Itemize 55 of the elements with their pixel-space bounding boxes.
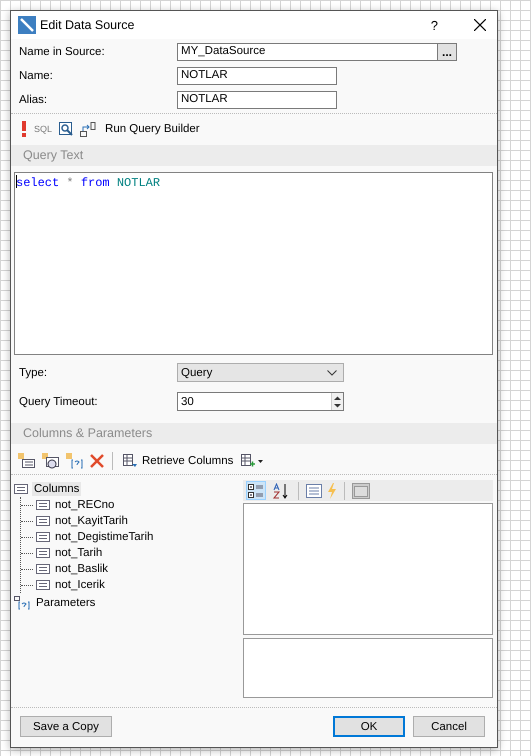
properties-icon[interactable]: [306, 484, 322, 498]
pen-icon: [18, 16, 36, 34]
browse-button[interactable]: ...: [437, 43, 457, 61]
spin-field[interactable]: 30: [177, 392, 344, 411]
input-field[interactable]: NOTLAR: [177, 91, 337, 109]
sql-button[interactable]: SQL: [34, 124, 52, 134]
tree-item[interactable]: not_RECno: [53, 498, 116, 512]
list-icon: [36, 580, 50, 590]
spin-up-icon[interactable]: [332, 394, 343, 402]
list-icon: [36, 548, 50, 558]
dialog-button[interactable]: OK: [333, 716, 405, 737]
tree-item[interactable]: Columns: [32, 482, 82, 496]
field-label: Query Timeout:: [19, 396, 99, 408]
retrieve-columns-button[interactable]: Retrieve Columns: [121, 454, 236, 468]
field-label: Type:: [19, 366, 48, 378]
add-calculated-column-icon[interactable]: [42, 453, 60, 469]
list-icon: [36, 516, 50, 526]
dialog-button[interactable]: Cancel: [413, 716, 485, 737]
code-editor[interactable]: select * from NOTLAR: [14, 172, 493, 355]
field-label: Name:: [19, 70, 54, 82]
parameter-icon: [14, 596, 30, 610]
table-icon: [123, 454, 137, 468]
spin-down-icon[interactable]: [332, 402, 343, 408]
exclamation-icon[interactable]: [21, 121, 27, 137]
list-icon: [36, 564, 50, 574]
field-label: Alias:: [19, 94, 48, 106]
tree-item[interactable]: not_Baslik: [53, 562, 110, 576]
add-parameter-icon[interactable]: [66, 453, 84, 469]
add-column-icon[interactable]: [18, 453, 36, 469]
magnifier-icon[interactable]: [59, 122, 74, 136]
list-icon: [14, 484, 28, 494]
section-header: Query Text: [11, 145, 497, 166]
tree-item[interactable]: not_Tarih: [53, 546, 104, 560]
delete-icon[interactable]: [90, 454, 104, 468]
builder-icon[interactable]: [80, 122, 96, 136]
input-field[interactable]: MY_DataSource: [177, 43, 437, 61]
tree-item[interactable]: not_DegistimeTarih: [53, 530, 156, 544]
add-table-icon[interactable]: [241, 454, 264, 468]
help-button[interactable]: ?: [430, 18, 438, 32]
tree-item[interactable]: Parameters: [34, 596, 98, 610]
sort-mode-button[interactable]: [246, 481, 266, 500]
run-query-builder-button[interactable]: Run Query Builder: [103, 123, 202, 135]
window-title: Edit Data Source: [40, 18, 136, 32]
type-dropdown[interactable]: Query: [177, 363, 344, 382]
tree-item[interactable]: not_Icerik: [53, 578, 107, 592]
section-header: Columns & Parameters: [11, 423, 497, 444]
field-label: Name in Source:: [19, 46, 106, 58]
chevron-down-icon: [327, 370, 337, 376]
tree-item[interactable]: not_KayitTarih: [53, 514, 130, 528]
input-field[interactable]: NOTLAR: [177, 67, 337, 85]
list-icon: [36, 500, 50, 510]
close-icon[interactable]: [474, 19, 486, 31]
dialog-button[interactable]: Save a Copy: [20, 716, 112, 737]
window-icon: [352, 482, 370, 498]
list-icon: [36, 532, 50, 542]
